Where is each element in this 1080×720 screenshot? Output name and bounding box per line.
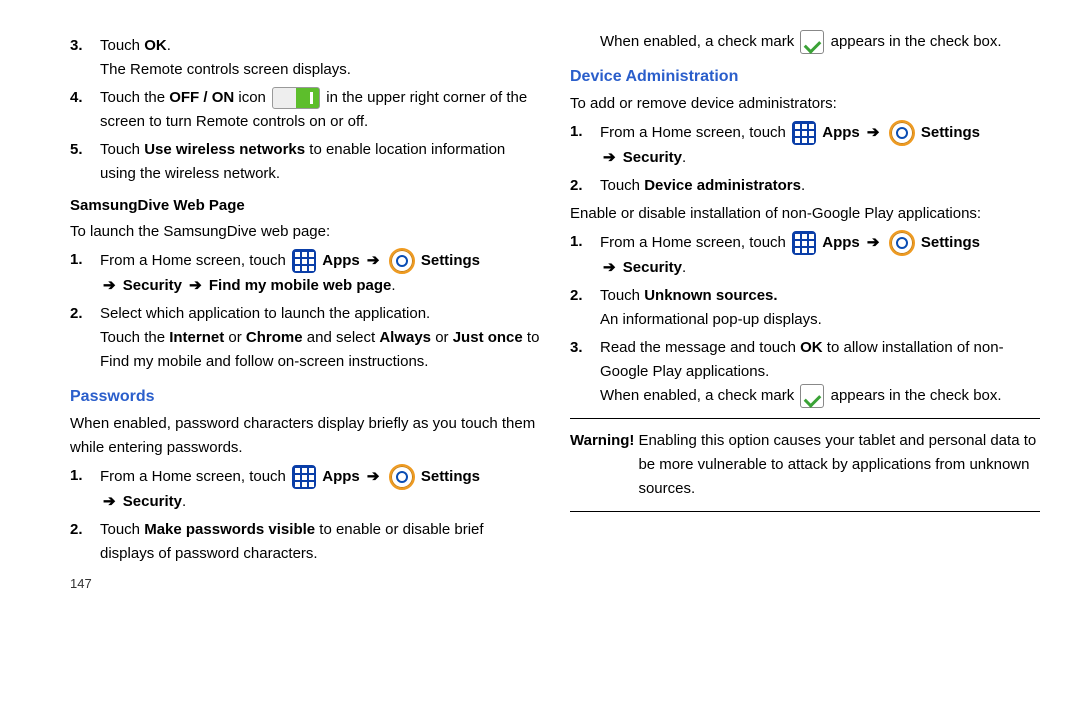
list-item: 1. From a Home screen, touch Apps ➔ Sett… bbox=[600, 120, 1040, 170]
list-item: 1. From a Home screen, touch Apps ➔ Sett… bbox=[100, 464, 540, 514]
settings-icon bbox=[389, 464, 415, 490]
step-text: Select which application to launch the a… bbox=[100, 305, 539, 370]
step-number: 4. bbox=[70, 86, 83, 110]
arrow-icon: ➔ bbox=[103, 277, 116, 294]
divider bbox=[570, 511, 1040, 512]
step-text: From a Home screen, touch Apps ➔ Setting… bbox=[600, 234, 980, 276]
arrow-icon: ➔ bbox=[603, 259, 616, 276]
samsungdive-steps: 1. From a Home screen, touch Apps ➔ Sett… bbox=[70, 248, 540, 374]
step-text: From a Home screen, touch Apps ➔ Setting… bbox=[600, 124, 980, 166]
toggle-icon bbox=[272, 87, 320, 109]
warning-label: Warning! bbox=[570, 429, 634, 501]
divider bbox=[570, 418, 1040, 419]
list-item: 2. Touch Unknown sources. An information… bbox=[600, 284, 1040, 332]
right-column: When enabled, a check mark appears in th… bbox=[570, 30, 1040, 594]
page-number: 147 bbox=[70, 574, 540, 595]
arrow-icon: ➔ bbox=[367, 252, 380, 269]
step-sub: An informational pop-up displays. bbox=[600, 311, 822, 328]
apps-icon bbox=[292, 465, 316, 489]
list-item: 3. Touch OK. The Remote controls screen … bbox=[100, 34, 540, 82]
step-number: 3. bbox=[570, 336, 583, 360]
warning-text: Enabling this option causes your tablet … bbox=[638, 429, 1040, 501]
settings-icon bbox=[889, 120, 915, 146]
apps-icon bbox=[792, 231, 816, 255]
samsungdive-intro: To launch the SamsungDive web page: bbox=[70, 220, 540, 244]
devadmin-steps-2: 1. From a Home screen, touch Apps ➔ Sett… bbox=[570, 230, 1040, 408]
step-number: 2. bbox=[70, 518, 83, 542]
check-icon bbox=[800, 384, 824, 408]
step-sub: The Remote controls screen displays. bbox=[100, 61, 351, 78]
settings-icon bbox=[389, 248, 415, 274]
arrow-icon: ➔ bbox=[867, 124, 880, 141]
step-number: 3. bbox=[70, 34, 83, 58]
apps-icon bbox=[792, 121, 816, 145]
step-number: 5. bbox=[70, 138, 83, 162]
step-text: Read the message and touch OK to allow i… bbox=[600, 339, 1004, 380]
list-item: 1. From a Home screen, touch Apps ➔ Sett… bbox=[600, 230, 1040, 280]
settings-icon bbox=[889, 230, 915, 256]
top-steps-list: 3. Touch OK. The Remote controls screen … bbox=[70, 34, 540, 186]
arrow-icon: ➔ bbox=[867, 234, 880, 251]
step-text: Touch OK. bbox=[100, 37, 171, 54]
step-text: From a Home screen, touch Apps ➔ Setting… bbox=[100, 252, 480, 294]
arrow-icon: ➔ bbox=[603, 149, 616, 166]
step-number: 2. bbox=[570, 174, 583, 198]
passwords-steps: 1. From a Home screen, touch Apps ➔ Sett… bbox=[70, 464, 540, 566]
device-admin-intro: To add or remove device administrators: bbox=[570, 92, 1040, 116]
step-text: From a Home screen, touch Apps ➔ Setting… bbox=[100, 468, 480, 510]
arrow-icon: ➔ bbox=[367, 468, 380, 485]
step-number: 1. bbox=[70, 248, 83, 272]
step-text: Touch Make passwords visible to enable o… bbox=[100, 521, 484, 562]
device-admin-heading: Device Administration bbox=[570, 64, 1040, 90]
document-page: 3. Touch OK. The Remote controls screen … bbox=[0, 0, 1080, 604]
list-item: 4. Touch the OFF / ON icon in the upper … bbox=[100, 86, 540, 134]
devadmin-steps: 1. From a Home screen, touch Apps ➔ Sett… bbox=[570, 120, 1040, 198]
step-number: 1. bbox=[70, 464, 83, 488]
arrow-icon: ➔ bbox=[103, 493, 116, 510]
list-item: 3. Read the message and touch OK to allo… bbox=[600, 336, 1040, 408]
warning-block: Warning! Enabling this option causes you… bbox=[570, 429, 1040, 501]
check-note: When enabled, a check mark appears in th… bbox=[570, 30, 1040, 54]
check-icon bbox=[800, 30, 824, 54]
step-text: Touch Use wireless networks to enable lo… bbox=[100, 141, 505, 182]
arrow-icon: ➔ bbox=[189, 277, 202, 294]
step-number: 1. bbox=[570, 230, 583, 254]
step-text: Touch Unknown sources. bbox=[600, 287, 778, 304]
left-column: 3. Touch OK. The Remote controls screen … bbox=[70, 30, 540, 594]
step-text: Touch Device administrators. bbox=[600, 177, 805, 194]
step-number: 2. bbox=[570, 284, 583, 308]
samsungdive-heading: SamsungDive Web Page bbox=[70, 194, 540, 218]
list-item: 2. Touch Device administrators. bbox=[600, 174, 1040, 198]
list-item: 1. From a Home screen, touch Apps ➔ Sett… bbox=[100, 248, 540, 298]
list-item: 2. Touch Make passwords visible to enabl… bbox=[100, 518, 540, 566]
list-item: 5. Touch Use wireless networks to enable… bbox=[100, 138, 540, 186]
list-item: 2. Select which application to launch th… bbox=[100, 302, 540, 374]
step-text: Touch the OFF / ON icon in the upper rig… bbox=[100, 89, 527, 130]
step-number: 2. bbox=[70, 302, 83, 326]
passwords-intro: When enabled, password characters displa… bbox=[70, 412, 540, 460]
apps-icon bbox=[292, 249, 316, 273]
devadmin-mid: Enable or disable installation of non-Go… bbox=[570, 202, 1040, 226]
step-number: 1. bbox=[570, 120, 583, 144]
step-sub: When enabled, a check mark appears in th… bbox=[600, 387, 1002, 404]
passwords-heading: Passwords bbox=[70, 384, 540, 410]
